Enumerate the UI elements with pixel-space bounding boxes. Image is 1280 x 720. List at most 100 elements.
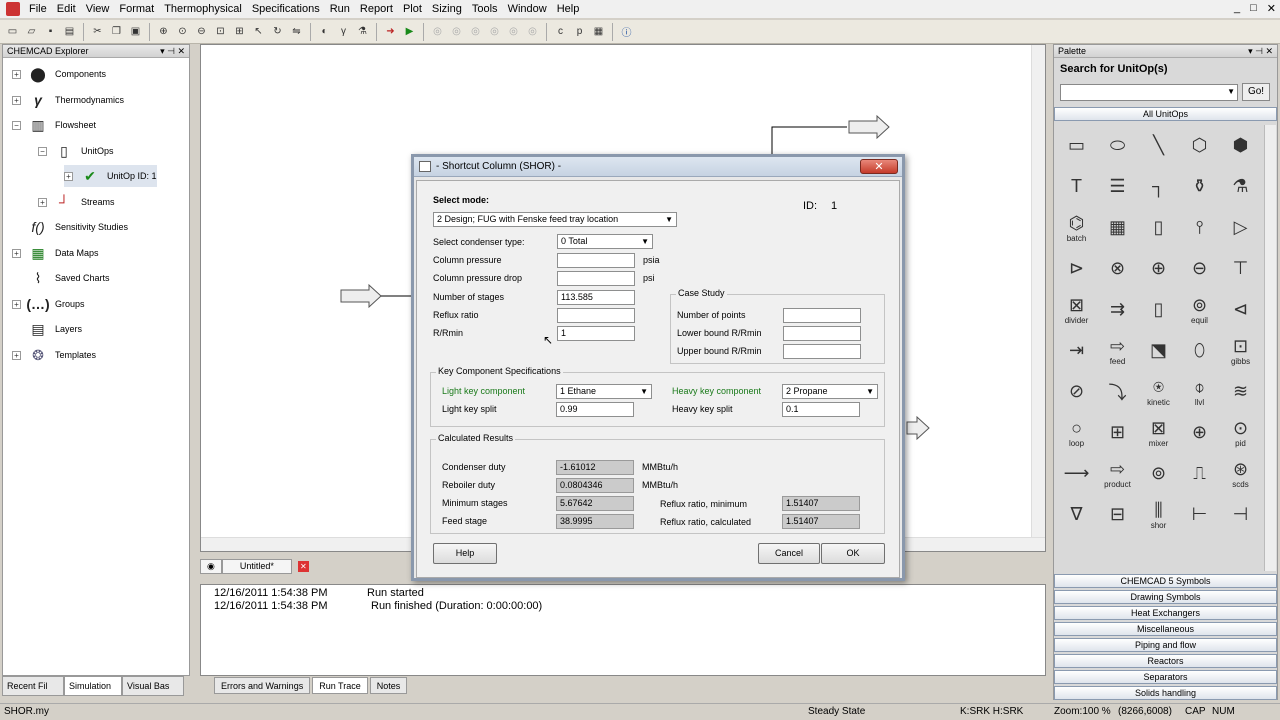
palette-section-separators[interactable]: Separators	[1054, 670, 1277, 684]
tree-item-templates[interactable]: + ❂ Templates	[12, 344, 96, 366]
paste-icon[interactable]: ▣	[127, 23, 144, 40]
palette-unitop-item-8[interactable]: ⚱	[1179, 166, 1220, 207]
tree-item-flowsheet[interactable]: − ▥ Flowsheet	[12, 114, 96, 136]
palette-unitop-item-38[interactable]: ⊕	[1179, 412, 1220, 453]
menu-plot[interactable]: Plot	[398, 0, 427, 18]
palette-unitop-item-40[interactable]: ⟶	[1056, 453, 1097, 494]
palette-unitop-pid[interactable]: ⊙ pid	[1220, 412, 1261, 453]
chevron-down-icon[interactable]: ▼	[1227, 87, 1235, 96]
menu-view[interactable]: View	[81, 0, 115, 18]
canvas-vertical-scrollbar[interactable]	[1031, 45, 1045, 551]
palette-unitop-item-22[interactable]: ▯	[1138, 289, 1179, 330]
tool-f-icon[interactable]: ◎	[524, 23, 541, 40]
tab-recent-files[interactable]: Recent Fil	[2, 676, 64, 696]
palette-unitop-item-17[interactable]: ⊕	[1138, 248, 1179, 289]
collapse-icon[interactable]: −	[38, 146, 47, 156]
stages-input[interactable]: 113.585	[557, 290, 635, 305]
palette-unitop-item-4[interactable]: ⬢	[1220, 125, 1261, 166]
tool-b-icon[interactable]: ◎	[448, 23, 465, 40]
palette-unitop-feed[interactable]: ⇨ feed	[1097, 330, 1138, 371]
tree-item-saved-charts[interactable]: ⌇ Saved Charts	[12, 267, 110, 289]
ok-button[interactable]: OK	[821, 543, 885, 564]
palette-unitop-item-48[interactable]: ⊢	[1179, 494, 1220, 535]
p-icon[interactable]: p	[571, 23, 588, 40]
palette-unitop-item-15[interactable]: ⊳	[1056, 248, 1097, 289]
close-button[interactable]: ✕	[1267, 2, 1276, 15]
menu-thermophysical[interactable]: Thermophysical	[159, 0, 247, 18]
palette-unitop-item-12[interactable]: ▯	[1138, 207, 1179, 248]
palette-unitop-item-3[interactable]: ⬡	[1179, 125, 1220, 166]
components-icon[interactable]: ⚗	[354, 23, 371, 40]
light-split-input[interactable]: 0.99	[556, 402, 634, 417]
rrmin-input[interactable]: 1	[557, 326, 635, 341]
palette-unitop-item-0[interactable]: ▭	[1056, 125, 1097, 166]
cut-icon[interactable]: ✂	[89, 23, 106, 40]
close-doc-icon[interactable]: ✕	[297, 560, 309, 572]
palette-unitop-product[interactable]: ⇨ product	[1097, 453, 1138, 494]
rotate-icon[interactable]: ↻	[269, 23, 286, 40]
expand-icon[interactable]: +	[12, 299, 21, 309]
copy-icon[interactable]: ❐	[108, 23, 125, 40]
palette-section-drawing[interactable]: Drawing Symbols	[1054, 590, 1277, 604]
expand-icon[interactable]: +	[12, 95, 21, 105]
palette-unitop-item-6[interactable]: ☰	[1097, 166, 1138, 207]
palette-unitop-item-42[interactable]: ⊚	[1138, 453, 1179, 494]
expand-icon[interactable]: +	[12, 69, 21, 79]
palette-unitop-item-5[interactable]: T	[1056, 166, 1097, 207]
mode-select[interactable]: 2 Design; FUG with Fenske feed tray loca…	[433, 212, 677, 227]
palette-unitop-item-14[interactable]: ▷	[1220, 207, 1261, 248]
palette-unitop-item-18[interactable]: ⊖	[1179, 248, 1220, 289]
points-input[interactable]	[783, 308, 861, 323]
palette-unitop-equil[interactable]: ⊚ equil	[1179, 289, 1220, 330]
go-button[interactable]: Go!	[1242, 83, 1270, 101]
print-icon[interactable]: ▤	[61, 23, 78, 40]
tool-d-icon[interactable]: ◎	[486, 23, 503, 40]
palette-section-heat-exchangers[interactable]: Heat Exchangers	[1054, 606, 1277, 620]
palette-unitop-item-27[interactable]: ⬔	[1138, 330, 1179, 371]
flip-icon[interactable]: ⇋	[288, 23, 305, 40]
palette-unitop-item-28[interactable]: ⬯	[1179, 330, 1220, 371]
palette-unitop-item-30[interactable]: ⊘	[1056, 371, 1097, 412]
palette-section-solids[interactable]: Solids handling	[1054, 686, 1277, 700]
cancel-button[interactable]: Cancel	[758, 543, 820, 564]
menu-file[interactable]: File	[24, 0, 52, 18]
menu-report[interactable]: Report	[355, 0, 398, 18]
dialog-titlebar[interactable]: - Shortcut Column (SHOR) - ✕	[414, 157, 902, 177]
palette-section-piping[interactable]: Piping and flow	[1054, 638, 1277, 652]
menu-edit[interactable]: Edit	[52, 0, 81, 18]
palette-unitop-loop[interactable]: ○ loop	[1056, 412, 1097, 453]
menu-specifications[interactable]: Specifications	[247, 0, 325, 18]
tree-item-unitops[interactable]: − ▯ UnitOps	[38, 140, 114, 162]
palette-unitop-item-19[interactable]: ⊤	[1220, 248, 1261, 289]
unitop-search-input[interactable]: ▼	[1060, 84, 1238, 101]
open-icon[interactable]: ▱	[23, 23, 40, 40]
tab-run-trace[interactable]: Run Trace	[312, 677, 368, 694]
lower-bound-input[interactable]	[783, 326, 861, 341]
pin-icon[interactable]: ▾ ⊣ ✕	[1248, 45, 1273, 58]
palette-unitop-scds[interactable]: ⊛ scds	[1220, 453, 1261, 494]
app-icon[interactable]	[6, 2, 20, 16]
zoom-in-icon[interactable]: ⊕	[155, 23, 172, 40]
palette-unitop-batch[interactable]: ⌬ batch	[1056, 207, 1097, 248]
palette-unitop-item-2[interactable]: ╲	[1138, 125, 1179, 166]
palette-section-chemcad5[interactable]: CHEMCAD 5 Symbols	[1054, 574, 1277, 588]
tree-item-sensitivity[interactable]: f() Sensitivity Studies	[12, 216, 128, 238]
tab-simulation[interactable]: Simulation	[64, 676, 122, 696]
palette-section-all[interactable]: All UnitOps	[1054, 107, 1277, 121]
new-icon[interactable]: ▭	[4, 23, 21, 40]
palette-unitop-item-13[interactable]: ⫯	[1179, 207, 1220, 248]
reflux-input[interactable]	[557, 308, 635, 323]
tab-untitled[interactable]: Untitled*	[221, 558, 292, 574]
pressure-input[interactable]	[557, 253, 635, 268]
tree-item-unitop-1[interactable]: + ✔ UnitOp ID: 1	[64, 165, 157, 187]
run-icon[interactable]: ▶	[401, 23, 418, 40]
palette-unitop-item-1[interactable]: ⬭	[1097, 125, 1138, 166]
palette-unitop-item-25[interactable]: ⇥	[1056, 330, 1097, 371]
tool-e-icon[interactable]: ◎	[505, 23, 522, 40]
tree-item-components[interactable]: + ⬤ Components	[12, 63, 106, 85]
palette-unitop-item-16[interactable]: ⊗	[1097, 248, 1138, 289]
expand-icon[interactable]: +	[64, 171, 73, 181]
palette-unitop-item-46[interactable]: ⊟	[1097, 494, 1138, 535]
save-icon[interactable]: ▪	[42, 23, 59, 40]
minimize-button[interactable]: _	[1234, 2, 1240, 15]
